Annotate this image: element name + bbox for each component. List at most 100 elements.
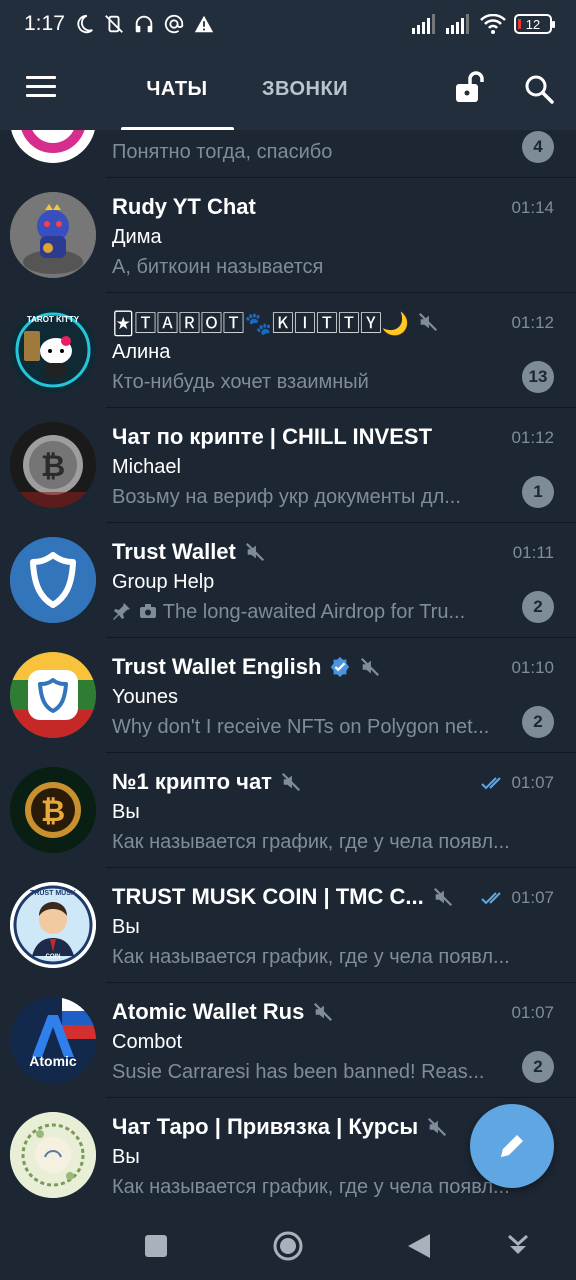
chat-preview: Возьму на вериф укр документы дл... bbox=[112, 486, 461, 508]
double-check-icon bbox=[481, 892, 502, 905]
chat-title: Чат Таро | Привязка | Курсы bbox=[112, 1112, 448, 1142]
chat-time: 01:12 bbox=[511, 428, 554, 447]
home-icon[interactable] bbox=[272, 1230, 304, 1262]
moon-icon bbox=[77, 14, 93, 34]
chat-title: Rudy YT Chat bbox=[112, 194, 256, 219]
unread-badge: 13 bbox=[522, 361, 554, 393]
camera-icon bbox=[139, 604, 156, 618]
chat-sender: Вы bbox=[112, 1146, 140, 1168]
mute-icon bbox=[314, 1002, 333, 1022]
chat-sender: Дима bbox=[112, 226, 162, 248]
chat-preview: Как называется график, где у чела появл.… bbox=[112, 946, 510, 968]
chat-sender: Вы bbox=[112, 801, 140, 823]
battery-level: 12 bbox=[525, 16, 541, 32]
avatar bbox=[10, 537, 96, 623]
svg-text:₿: ₿ bbox=[41, 449, 65, 484]
chat-time: 01:11 bbox=[512, 543, 554, 562]
avatar-label: COIN bbox=[45, 954, 61, 960]
chat-row[interactable]: Atomic Atomic Wallet Rus 01:07 Combot Su… bbox=[0, 983, 576, 1098]
chat-row[interactable]: ₿ Чат по крипте | CHILL INVEST 01:12 Mic… bbox=[0, 408, 576, 523]
headphones-icon bbox=[135, 15, 153, 33]
chat-sender: Michael bbox=[112, 456, 181, 478]
chat-sender: Вы bbox=[112, 916, 140, 938]
menu-icon[interactable] bbox=[26, 76, 56, 100]
chat-row[interactable]: Понятно тогда, спасибо 4 bbox=[0, 130, 576, 178]
avatar: ₿ bbox=[10, 767, 96, 853]
chat-time: 01:07 bbox=[481, 773, 554, 793]
status-bar: 1:17 12 bbox=[0, 0, 576, 48]
avatar: TRUST MUSK COIN bbox=[10, 882, 96, 968]
tab-calls[interactable]: ЗВОНКИ bbox=[262, 48, 348, 130]
unread-badge: 1 bbox=[522, 476, 554, 508]
double-check-icon bbox=[481, 777, 502, 790]
avatar: ₿ bbox=[10, 422, 96, 508]
avatar: Atomic bbox=[10, 997, 96, 1083]
avatar: TAROT KITTY bbox=[10, 307, 96, 393]
system-nav-bar bbox=[0, 1210, 576, 1280]
chat-sender: Younes bbox=[112, 686, 178, 708]
avatar-label: Atomic bbox=[29, 1053, 77, 1069]
chat-title: 🃏🅃🄰🅁🄾🅃🐾🄺🄸🅃🅃🅈🌙 bbox=[112, 307, 439, 337]
back-icon[interactable] bbox=[406, 1232, 432, 1260]
chat-sender: Combot bbox=[112, 1031, 183, 1053]
chat-row[interactable]: Rudy YT Chat 01:14 Дима А, биткоин назыв… bbox=[0, 178, 576, 293]
tab-chats[interactable]: ЧАТЫ bbox=[120, 48, 234, 130]
avatar bbox=[10, 1112, 96, 1198]
chat-preview: The long-awaited Airdrop for Tru... bbox=[112, 601, 504, 624]
chat-title: Trust Wallet English bbox=[112, 652, 381, 682]
unread-badge: 2 bbox=[522, 1051, 554, 1083]
chat-time: 01:14 bbox=[511, 198, 554, 217]
unread-badge: 2 bbox=[522, 591, 554, 623]
vibrate-off-icon bbox=[104, 15, 123, 33]
unread-badge: 2 bbox=[522, 706, 554, 738]
chat-row[interactable]: TRUST MUSK COIN TRUST MUSK COIN | TMC C.… bbox=[0, 868, 576, 983]
mute-icon bbox=[245, 542, 264, 562]
chat-title: Чат по крипте | CHILL INVEST bbox=[112, 424, 433, 449]
chat-row[interactable]: ₿ №1 крипто чат 01:07 Вы Как называется … bbox=[0, 753, 576, 868]
chat-preview: Susie Carraresi has been banned! Reas... bbox=[112, 1061, 485, 1083]
search-icon[interactable] bbox=[522, 72, 556, 106]
svg-text:₿: ₿ bbox=[41, 794, 65, 829]
chat-sender: Алина bbox=[112, 341, 171, 363]
chat-row[interactable]: Trust Wallet English 01:10 Younes Why do… bbox=[0, 638, 576, 753]
chat-sender: Group Help bbox=[112, 571, 215, 593]
chat-row[interactable]: Trust Wallet 01:11 Group Help The long-a… bbox=[0, 523, 576, 638]
chat-row[interactable]: TAROT KITTY 🃏🅃🄰🅁🄾🅃🐾🄺🄸🅃🅃🅈🌙 01:12 Алина Кт… bbox=[0, 293, 576, 408]
avatar-label: TRUST MUSK bbox=[30, 890, 76, 897]
recent-apps-icon[interactable] bbox=[144, 1234, 168, 1258]
avatar-label: TAROT KITTY bbox=[26, 315, 80, 324]
avatar bbox=[10, 192, 96, 278]
chat-title: №1 крипто чат bbox=[112, 767, 302, 797]
chat-list: Понятно тогда, спасибо 4 Rudy YT Chat 01… bbox=[0, 130, 576, 1210]
mute-icon bbox=[433, 887, 452, 907]
chat-preview: Why don't I receive NFTs on Polygon net.… bbox=[112, 716, 490, 738]
chat-time: 01:07 bbox=[481, 888, 554, 908]
warning-icon bbox=[194, 15, 214, 33]
mute-icon bbox=[419, 312, 438, 332]
lock-open-icon[interactable] bbox=[452, 70, 488, 106]
chat-time: 01:10 bbox=[511, 658, 554, 677]
pin-icon bbox=[113, 603, 130, 620]
compose-button[interactable] bbox=[470, 1104, 554, 1188]
signal-icon bbox=[412, 14, 435, 34]
mute-icon bbox=[428, 1117, 447, 1137]
avatar bbox=[10, 652, 96, 738]
status-time: 1:17 bbox=[24, 12, 65, 35]
chat-time: 01:12 bbox=[511, 313, 554, 332]
chat-title: TRUST MUSK COIN | TMC C... bbox=[112, 882, 454, 912]
at-icon bbox=[164, 14, 184, 34]
chat-preview: А, биткоин называется bbox=[112, 256, 324, 278]
battery-icon: 12 bbox=[514, 14, 555, 34]
notifications-icon[interactable] bbox=[506, 1232, 530, 1260]
chat-time: 01:07 bbox=[511, 1003, 554, 1022]
signal-icon bbox=[446, 14, 469, 34]
avatar bbox=[10, 130, 96, 163]
chat-preview: Как называется график, где у чела появл.… bbox=[112, 831, 510, 853]
mute-icon bbox=[361, 657, 380, 677]
app-header: ЧАТЫ ЗВОНКИ bbox=[0, 48, 576, 130]
chat-preview: Понятно тогда, спасибо bbox=[112, 141, 333, 163]
pencil-icon bbox=[501, 1135, 523, 1157]
verified-icon bbox=[331, 656, 350, 678]
chat-title: Atomic Wallet Rus bbox=[112, 997, 334, 1027]
chat-preview: Кто-нибудь хочет взаимный bbox=[112, 371, 369, 393]
